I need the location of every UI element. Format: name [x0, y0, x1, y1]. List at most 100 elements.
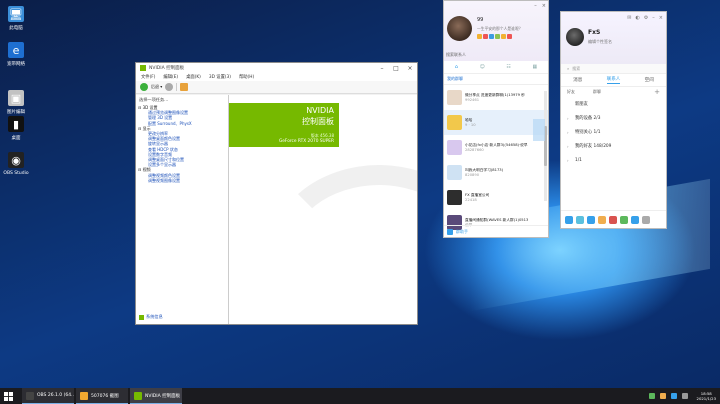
desktop-icon[interactable]: ▣ 图片编辑: [0, 90, 32, 115]
tab-item[interactable]: 联系人: [606, 76, 621, 84]
menu-item[interactable]: 文件(F): [141, 74, 155, 80]
group-assistant-icon: [447, 228, 453, 235]
forward-icon[interactable]: [165, 83, 174, 91]
close-icon[interactable]: ×: [659, 15, 663, 21]
nvidia-banner: NVIDIA 控制面板 版本 456.38 GeForce RTX 2070 S…: [229, 103, 339, 147]
tab-item[interactable]: 消息: [573, 77, 582, 83]
avatar: [447, 165, 462, 180]
badge-icon: [507, 34, 512, 39]
system-info-label: 系统信息: [146, 314, 163, 319]
profile-name: 99: [477, 17, 484, 23]
app-icon[interactable]: [609, 215, 617, 224]
tab-label[interactable]: 我的群聊: [444, 74, 548, 85]
taskbar-button[interactable]: OBS 26.1.0 (64...: [22, 388, 74, 404]
desktop-icon-label: OBS Studio: [3, 171, 29, 176]
window-titlebar[interactable]: NVIDIA 控制面板 – □ ×: [136, 63, 417, 73]
nvidia-control-panel-window: NVIDIA 控制面板 – □ × 文件(F) 编辑(E) 桌面(K) 3D 设置(3…: [135, 62, 418, 325]
avatar[interactable]: [566, 28, 584, 46]
app-icon[interactable]: [631, 215, 639, 224]
clock[interactable]: 18:58 2021/1/23: [697, 391, 716, 401]
menu-item[interactable]: 桌面(K): [186, 74, 201, 80]
minimize-icon[interactable]: –: [652, 15, 655, 21]
taskbar-button[interactable]: 507076 截图: [76, 388, 128, 404]
menu-item[interactable]: 3D 设置(3): [209, 74, 231, 80]
contact-group[interactable]: › 1/1: [561, 153, 666, 167]
chevron-right-icon: ›: [567, 129, 569, 135]
task-tree-panel: 选择一项任务... ⊟ 3D 设置 通过预览调整图像设置 管理 3D 设置 配置 Su…: [136, 95, 229, 324]
tree-task-link[interactable]: 调整视频图像设置: [136, 178, 228, 183]
skin-icon[interactable]: ◐: [635, 15, 639, 21]
app-icon[interactable]: [620, 215, 628, 224]
menu-icon[interactable]: [565, 215, 573, 224]
app-icon[interactable]: [642, 215, 650, 224]
close-icon[interactable]: ×: [542, 3, 546, 9]
desktop-icon[interactable]: 🖥 此电脑: [0, 6, 32, 31]
group-assistant-link[interactable]: 群助手: [456, 229, 468, 235]
qq-profile-header: – × 99 一生平安的那个人是谁呢？ 搜索联系人: [444, 1, 548, 61]
desktop-icon[interactable]: ▮ 桌面: [0, 116, 32, 141]
desktop-app-icon: ▮: [8, 116, 24, 132]
expand-panel-button[interactable]: [533, 119, 545, 141]
system-info-link[interactable]: 系统信息: [139, 314, 163, 320]
chat-subtitle: 992461: [465, 97, 480, 102]
desktop-icon[interactable]: e 宽带网络: [0, 42, 32, 67]
mail-icon[interactable]: ✉: [627, 15, 631, 21]
menu-item[interactable]: 编辑(E): [163, 74, 178, 80]
tab-groups-icon[interactable]: ☷: [506, 64, 510, 70]
chat-text: 微分享点 进度更新群聊(1)13979 秒 992461: [465, 93, 525, 103]
badge-icon: [501, 34, 506, 39]
list-item[interactable]: 叫我大明白学习(8173) 820890: [444, 160, 548, 185]
app-icon[interactable]: [576, 215, 584, 224]
avatar[interactable]: [447, 16, 472, 41]
list-item[interactable]: FX 直播室公司 22418: [444, 185, 548, 210]
minimize-icon[interactable]: –: [534, 3, 537, 9]
close-icon[interactable]: ×: [403, 65, 417, 72]
add-icon[interactable]: +: [654, 88, 660, 96]
search-icon: ⌕: [567, 66, 570, 71]
menu-item[interactable]: 帮助(H): [239, 74, 254, 80]
maximize-icon[interactable]: □: [389, 65, 403, 72]
contact-group[interactable]: 新朋友: [561, 97, 666, 111]
segment-friends[interactable]: 好友: [567, 89, 575, 95]
desktop-icon-label: 桌面: [11, 136, 21, 141]
tray-icon[interactable]: [659, 393, 666, 399]
contact-group[interactable]: › 我的设备 2/3: [561, 111, 666, 125]
scrollbar[interactable]: [544, 91, 547, 201]
tab-apps-icon[interactable]: ▦: [532, 64, 537, 70]
tab-home-icon[interactable]: ⌂: [455, 64, 458, 70]
tab-bar: 消息 联系人 空间: [561, 74, 666, 87]
back-icon[interactable]: [140, 83, 148, 91]
profile-signature[interactable]: 一生平安的那个人是谁呢？: [477, 26, 523, 32]
desktop-icon-label: 宽带网络: [7, 62, 25, 67]
start-button[interactable]: [0, 388, 16, 404]
windows-icon: [3, 391, 13, 401]
home-icon[interactable]: [180, 83, 189, 91]
minimize-icon[interactable]: –: [375, 65, 389, 72]
profile-name: FxS: [588, 29, 601, 36]
chevron-right-icon: ›: [567, 115, 569, 121]
desktop-icon[interactable]: ◉ OBS Studio: [0, 152, 32, 176]
app-icon[interactable]: [587, 215, 595, 224]
badge-icon: [489, 34, 494, 39]
tray-icon[interactable]: [670, 393, 677, 399]
tab-item[interactable]: 空间: [645, 77, 654, 83]
desktop-app-icon: 🖥: [8, 6, 24, 22]
taskbar-label: NVIDIA 控制面板: [145, 393, 181, 399]
contact-group[interactable]: › 特别关心 1/1: [561, 125, 666, 139]
app-icon[interactable]: [598, 215, 606, 224]
tray-icon[interactable]: [648, 393, 655, 399]
settings-icon[interactable]: ⚙: [644, 15, 648, 21]
content-panel: NVIDIA 控制面板 版本 456.38 GeForce RTX 2070 S…: [229, 95, 417, 324]
volume-icon[interactable]: [681, 393, 688, 399]
profile-signature[interactable]: 编辑个性签名: [588, 39, 612, 45]
back-button[interactable]: 后退 ▾: [151, 84, 162, 90]
segment-groups[interactable]: 群聊: [593, 89, 601, 95]
tab-contacts-icon[interactable]: ☺: [480, 64, 485, 70]
list-item[interactable]: 微分享点 进度更新群聊(1)13979 秒 992461: [444, 85, 548, 110]
task-header: 选择一项任务...: [139, 97, 169, 102]
taskbar-button[interactable]: NVIDIA 控制面板: [130, 388, 182, 404]
desktop-app-icon: ▣: [8, 90, 24, 106]
search-input[interactable]: ⌕ 搜索: [561, 64, 666, 74]
contact-group[interactable]: › 我的好友 148/209: [561, 139, 666, 153]
search-input[interactable]: 搜索联系人: [446, 52, 466, 58]
